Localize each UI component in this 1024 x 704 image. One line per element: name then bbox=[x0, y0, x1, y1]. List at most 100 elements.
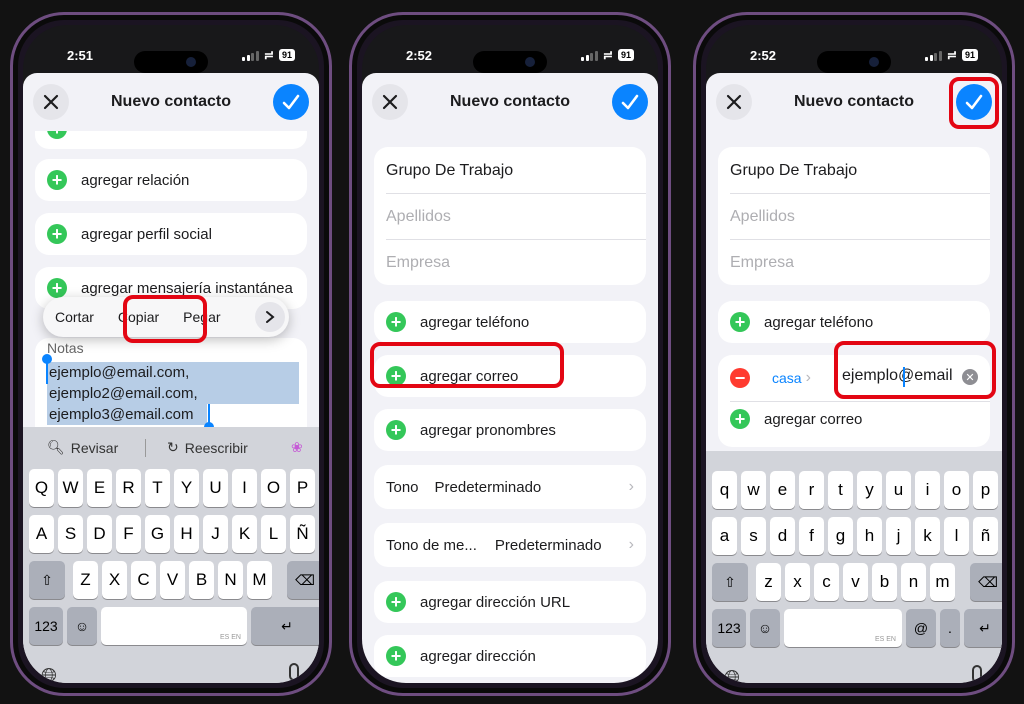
key-e[interactable]: e bbox=[770, 471, 795, 509]
last-name-field[interactable]: Apellidos bbox=[386, 208, 634, 226]
add-address-row[interactable]: + agregar dirección bbox=[374, 635, 646, 677]
key-q[interactable]: q bbox=[712, 471, 737, 509]
paste-button[interactable]: Pegar bbox=[171, 309, 232, 325]
done-button[interactable] bbox=[273, 84, 309, 120]
key-u[interactable]: U bbox=[203, 469, 228, 507]
dot-key[interactable]: . bbox=[940, 609, 960, 647]
key-j[interactable]: J bbox=[203, 515, 228, 553]
remove-icon[interactable]: − bbox=[730, 368, 750, 388]
email-label[interactable]: casa bbox=[772, 370, 802, 386]
key-p[interactable]: p bbox=[973, 471, 998, 509]
key-y[interactable]: Y bbox=[174, 469, 199, 507]
key-b[interactable]: B bbox=[189, 561, 214, 599]
key-s[interactable]: S bbox=[58, 515, 83, 553]
globe-icon[interactable]: 🌐︎ bbox=[41, 665, 57, 683]
key-v[interactable]: V bbox=[160, 561, 185, 599]
numbers-key[interactable]: 123 bbox=[712, 609, 746, 647]
add-relation-row[interactable]: + agregar relación bbox=[35, 159, 307, 201]
clear-icon[interactable]: ✕ bbox=[962, 369, 978, 385]
key-w[interactable]: w bbox=[741, 471, 766, 509]
add-email-row[interactable]: + agregar correo bbox=[718, 409, 862, 429]
done-button[interactable] bbox=[956, 84, 992, 120]
key-l[interactable]: L bbox=[261, 515, 286, 553]
key-c[interactable]: C bbox=[131, 561, 156, 599]
add-social-profile-row[interactable]: + agregar perfil social bbox=[35, 213, 307, 255]
key-h[interactable]: h bbox=[857, 517, 882, 555]
company-field[interactable]: Empresa bbox=[730, 254, 978, 272]
backspace-key[interactable]: ⌫ bbox=[287, 561, 319, 599]
key-l[interactable]: l bbox=[944, 517, 969, 555]
key-u[interactable]: u bbox=[886, 471, 911, 509]
add-phone-row[interactable]: + agregar teléfono bbox=[718, 301, 990, 343]
key-d[interactable]: d bbox=[770, 517, 795, 555]
key-s[interactable]: s bbox=[741, 517, 766, 555]
key-w[interactable]: W bbox=[58, 469, 83, 507]
done-button[interactable] bbox=[612, 84, 648, 120]
add-email-row[interactable]: + agregar correo bbox=[374, 355, 646, 397]
key-j[interactable]: j bbox=[886, 517, 911, 555]
key-c[interactable]: c bbox=[814, 563, 839, 601]
shift-key[interactable]: ⇧ bbox=[29, 561, 65, 599]
first-name-field[interactable]: Grupo De Trabajo bbox=[730, 162, 978, 180]
key-o[interactable]: O bbox=[261, 469, 286, 507]
key-f[interactable]: F bbox=[116, 515, 141, 553]
review-button[interactable]: 🔍︎ Revisar bbox=[47, 439, 118, 456]
partial-row[interactable]: + bbox=[35, 131, 307, 149]
numbers-key[interactable]: 123 bbox=[29, 607, 63, 645]
rewrite-button[interactable]: ↻ Reescribir bbox=[167, 439, 248, 456]
message-tone-row[interactable]: Tono de me... Predeterminado › bbox=[374, 523, 646, 567]
ai-icon[interactable]: ❀ bbox=[291, 439, 303, 456]
return-key[interactable]: ↵ bbox=[251, 607, 319, 645]
first-name-field[interactable]: Grupo De Trabajo bbox=[386, 162, 634, 180]
ringtone-row[interactable]: Tono Predeterminado › bbox=[374, 465, 646, 509]
copy-button[interactable]: Copiar bbox=[106, 309, 171, 325]
globe-icon[interactable]: 🌐︎ bbox=[724, 667, 740, 683]
key-z[interactable]: Z bbox=[73, 561, 98, 599]
company-field[interactable]: Empresa bbox=[386, 254, 634, 272]
return-key[interactable]: ↵ bbox=[964, 609, 1002, 647]
key-z[interactable]: z bbox=[756, 563, 781, 601]
key-k[interactable]: k bbox=[915, 517, 940, 555]
microphone-icon[interactable] bbox=[289, 663, 299, 681]
key-m[interactable]: m bbox=[930, 563, 955, 601]
key-i[interactable]: i bbox=[915, 471, 940, 509]
key-v[interactable]: v bbox=[843, 563, 868, 601]
add-url-row[interactable]: + agregar dirección URL bbox=[374, 581, 646, 623]
key-k[interactable]: K bbox=[232, 515, 257, 553]
add-pronouns-row[interactable]: + agregar pronombres bbox=[374, 409, 646, 451]
key-g[interactable]: g bbox=[828, 517, 853, 555]
email-input[interactable]: ejemplo@email bbox=[842, 367, 953, 385]
key-f[interactable]: f bbox=[799, 517, 824, 555]
emoji-key[interactable]: ☺ bbox=[750, 609, 780, 647]
key-q[interactable]: Q bbox=[29, 469, 54, 507]
key-r[interactable]: R bbox=[116, 469, 141, 507]
key-g[interactable]: G bbox=[145, 515, 170, 553]
last-name-field[interactable]: Apellidos bbox=[730, 208, 978, 226]
key-a[interactable]: a bbox=[712, 517, 737, 555]
key-m[interactable]: M bbox=[247, 561, 272, 599]
key-x[interactable]: X bbox=[102, 561, 127, 599]
key-n[interactable]: N bbox=[218, 561, 243, 599]
key-o[interactable]: o bbox=[944, 471, 969, 509]
add-phone-row[interactable]: + agregar teléfono bbox=[374, 301, 646, 343]
space-key[interactable]: ES EN bbox=[101, 607, 247, 645]
key-y[interactable]: y bbox=[857, 471, 882, 509]
cut-button[interactable]: Cortar bbox=[43, 309, 106, 325]
key-x[interactable]: x bbox=[785, 563, 810, 601]
key-a[interactable]: A bbox=[29, 515, 54, 553]
key-t[interactable]: T bbox=[145, 469, 170, 507]
key-i[interactable]: I bbox=[232, 469, 257, 507]
key-h[interactable]: H bbox=[174, 515, 199, 553]
key-p[interactable]: P bbox=[290, 469, 315, 507]
backspace-key[interactable]: ⌫ bbox=[970, 563, 1002, 601]
at-key[interactable]: @ bbox=[906, 609, 936, 647]
shift-key[interactable]: ⇧ bbox=[712, 563, 748, 601]
key-d[interactable]: D bbox=[87, 515, 112, 553]
microphone-icon[interactable] bbox=[972, 665, 982, 683]
emoji-key[interactable]: ☺ bbox=[67, 607, 97, 645]
key-r[interactable]: r bbox=[799, 471, 824, 509]
key-ñ[interactable]: ñ bbox=[973, 517, 998, 555]
space-key[interactable]: ES EN bbox=[784, 609, 902, 647]
key-t[interactable]: t bbox=[828, 471, 853, 509]
key-e[interactable]: E bbox=[87, 469, 112, 507]
